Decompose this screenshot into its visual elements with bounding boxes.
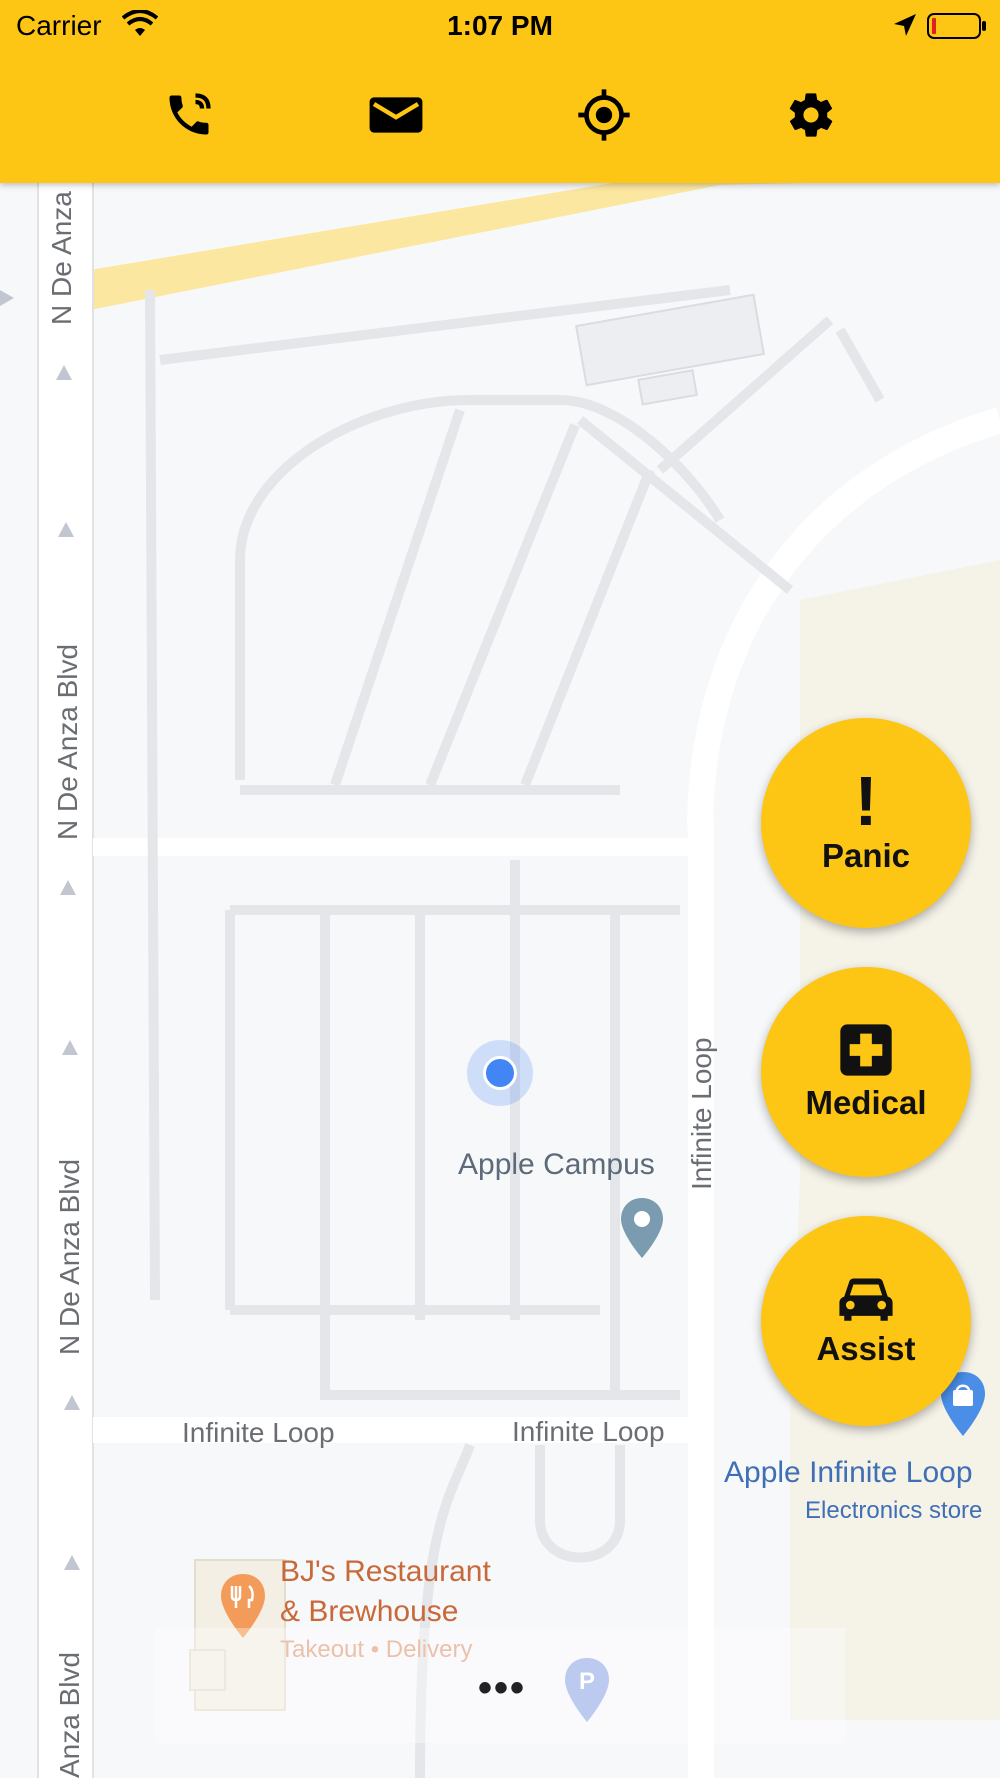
- battery-icon: [927, 13, 986, 39]
- assist-button[interactable]: Assist: [761, 1216, 971, 1426]
- message-button[interactable]: [366, 85, 426, 145]
- poi-label-restaurant[interactable]: BJ's Restaurant: [280, 1552, 491, 1592]
- current-location-dot: [467, 1040, 533, 1106]
- medical-cross-icon: [840, 1024, 892, 1076]
- car-icon: [839, 1278, 893, 1321]
- medical-button[interactable]: Medical: [761, 967, 971, 1177]
- map-pin-icon[interactable]: [618, 1196, 666, 1262]
- road-label: Anza Blvd: [54, 1651, 85, 1778]
- location-arrow-icon: [894, 14, 916, 36]
- status-time: 1:07 PM: [447, 10, 553, 41]
- road-label: Infinite Loop: [686, 1037, 717, 1190]
- road-label: N De Anza: [46, 191, 77, 325]
- header-bar: Carrier 1:07 PM: [0, 0, 1000, 183]
- poi-store-category: Electronics store: [805, 1497, 983, 1524]
- road-label: Infinite Loop: [512, 1416, 665, 1447]
- location-target-icon: [578, 89, 630, 141]
- more-button[interactable]: •••: [478, 1666, 526, 1711]
- call-button[interactable]: [159, 85, 219, 145]
- status-bar: Carrier 1:07 PM: [0, 0, 1000, 50]
- locate-button[interactable]: [574, 85, 634, 145]
- road-label: N De Anza Blvd: [52, 643, 83, 840]
- mail-icon: [369, 97, 423, 133]
- medical-label: Medical: [805, 1084, 927, 1121]
- assist-label: Assist: [816, 1330, 916, 1367]
- phone-icon: [169, 93, 211, 135]
- road-label: N De Anza Blvd: [54, 1158, 85, 1355]
- gear-icon: [789, 93, 833, 137]
- poi-label-store[interactable]: Apple Infinite Loop: [724, 1456, 973, 1490]
- road-label: Infinite Loop: [182, 1417, 335, 1448]
- poi-label-restaurant-line2[interactable]: & Brewhouse: [280, 1592, 458, 1632]
- poi-label-apple-campus: Apple Campus: [458, 1148, 655, 1181]
- settings-button[interactable]: [781, 85, 841, 145]
- panic-button[interactable]: ! Panic: [761, 718, 971, 928]
- exclamation-icon: !: [854, 762, 878, 840]
- panic-label: Panic: [821, 837, 911, 874]
